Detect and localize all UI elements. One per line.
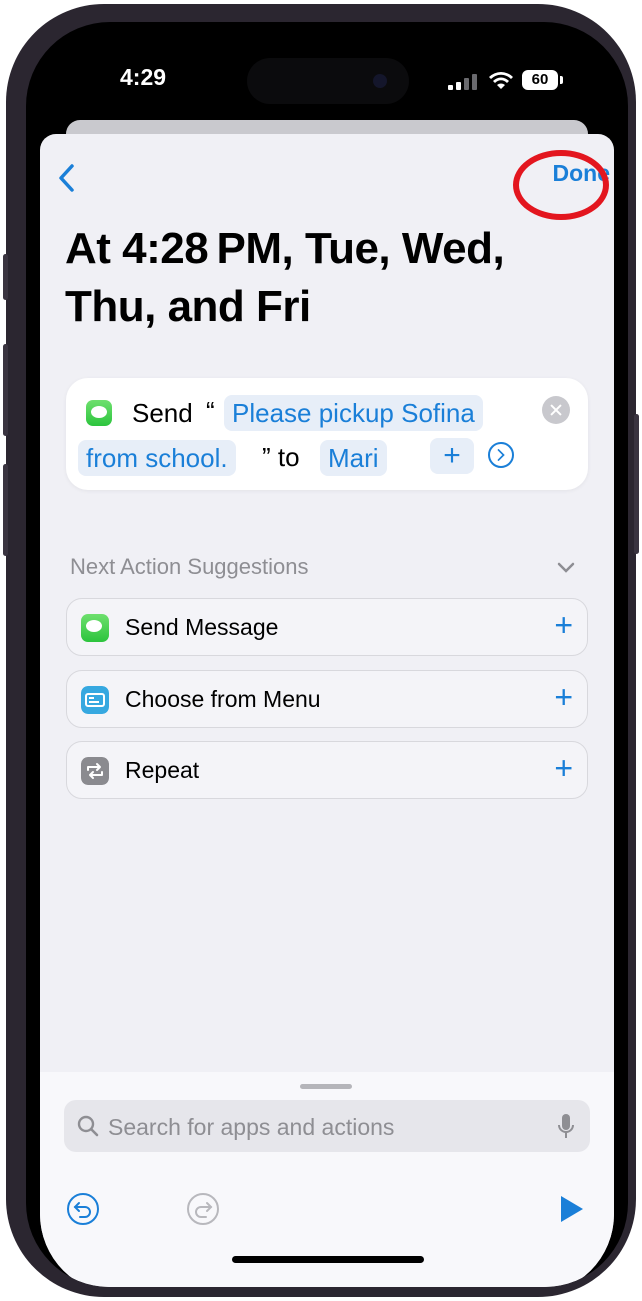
- message-token-line2[interactable]: from school.: [78, 440, 236, 476]
- page-title: At 4:28 PM, Tue, Wed, Thu, and Fri: [65, 224, 505, 331]
- volume-up-button: [3, 344, 8, 436]
- volume-down-button: [3, 464, 8, 556]
- annotation-circle: [513, 150, 609, 220]
- cellular-signal-icon: [448, 74, 480, 90]
- battery-cap: [560, 76, 563, 84]
- suggestion-label: Repeat: [125, 757, 200, 783]
- camera-icon: [373, 74, 387, 88]
- power-button: [634, 414, 639, 554]
- suggestion-repeat[interactable]: Repeat +: [66, 741, 588, 799]
- play-icon[interactable]: [554, 1192, 588, 1226]
- redo-icon[interactable]: [186, 1192, 220, 1226]
- chevron-down-icon[interactable]: [556, 558, 576, 578]
- open-quote: “: [206, 396, 215, 426]
- suggestion-choose-from-menu[interactable]: Choose from Menu +: [66, 670, 588, 728]
- send-message-action[interactable]: Send “ Please pickup Sofina from school.…: [66, 378, 588, 490]
- search-input[interactable]: [106, 1100, 550, 1154]
- status-bar: 4:29 60: [26, 22, 628, 134]
- clear-icon[interactable]: [542, 396, 570, 424]
- add-icon[interactable]: +: [554, 750, 573, 787]
- home-indicator[interactable]: [232, 1256, 424, 1263]
- shortcut-editor-sheet: Done At 4:28 PM, Tue, Wed, Thu, and Fri …: [40, 134, 614, 1287]
- chevron-right-circle-icon[interactable]: [488, 442, 514, 468]
- action-verb: Send: [132, 398, 193, 428]
- wifi-icon: [489, 72, 513, 89]
- messages-icon: [81, 614, 109, 642]
- menu-icon: [81, 686, 109, 714]
- screen: 4:29 60 Done At 4:28 PM, Tue, Wed, Thu, …: [26, 22, 628, 1287]
- message-token-line1[interactable]: Please pickup Sofina: [224, 395, 483, 431]
- microphone-icon[interactable]: [556, 1112, 576, 1142]
- add-recipient-button[interactable]: +: [430, 438, 474, 474]
- status-time: 4:29: [120, 64, 167, 90]
- sheet-grabber[interactable]: [300, 1084, 352, 1089]
- action-search-panel: [40, 1072, 614, 1287]
- search-icon: [77, 1115, 99, 1137]
- add-icon[interactable]: +: [554, 679, 573, 716]
- chevron-left-icon[interactable]: [52, 162, 84, 194]
- close-quote-to: ” to: [262, 442, 300, 472]
- messages-icon: [86, 400, 112, 426]
- action-button: [3, 254, 8, 300]
- suggestions-header: Next Action Suggestions: [70, 554, 309, 579]
- battery-icon: 60: [522, 70, 558, 90]
- suggestion-label: Choose from Menu: [125, 686, 321, 712]
- add-icon[interactable]: +: [554, 607, 573, 644]
- suggestion-label: Send Message: [125, 614, 279, 640]
- suggestion-send-message[interactable]: Send Message +: [66, 598, 588, 656]
- search-field[interactable]: [64, 1100, 590, 1154]
- undo-icon[interactable]: [66, 1192, 100, 1226]
- dynamic-island: [247, 58, 409, 104]
- repeat-icon: [81, 757, 109, 785]
- editor-toolbar: [40, 1176, 614, 1256]
- phone-frame: 4:29 60 Done At 4:28 PM, Tue, Wed, Thu, …: [3, 4, 639, 1297]
- recipient-token[interactable]: Mari: [320, 440, 387, 476]
